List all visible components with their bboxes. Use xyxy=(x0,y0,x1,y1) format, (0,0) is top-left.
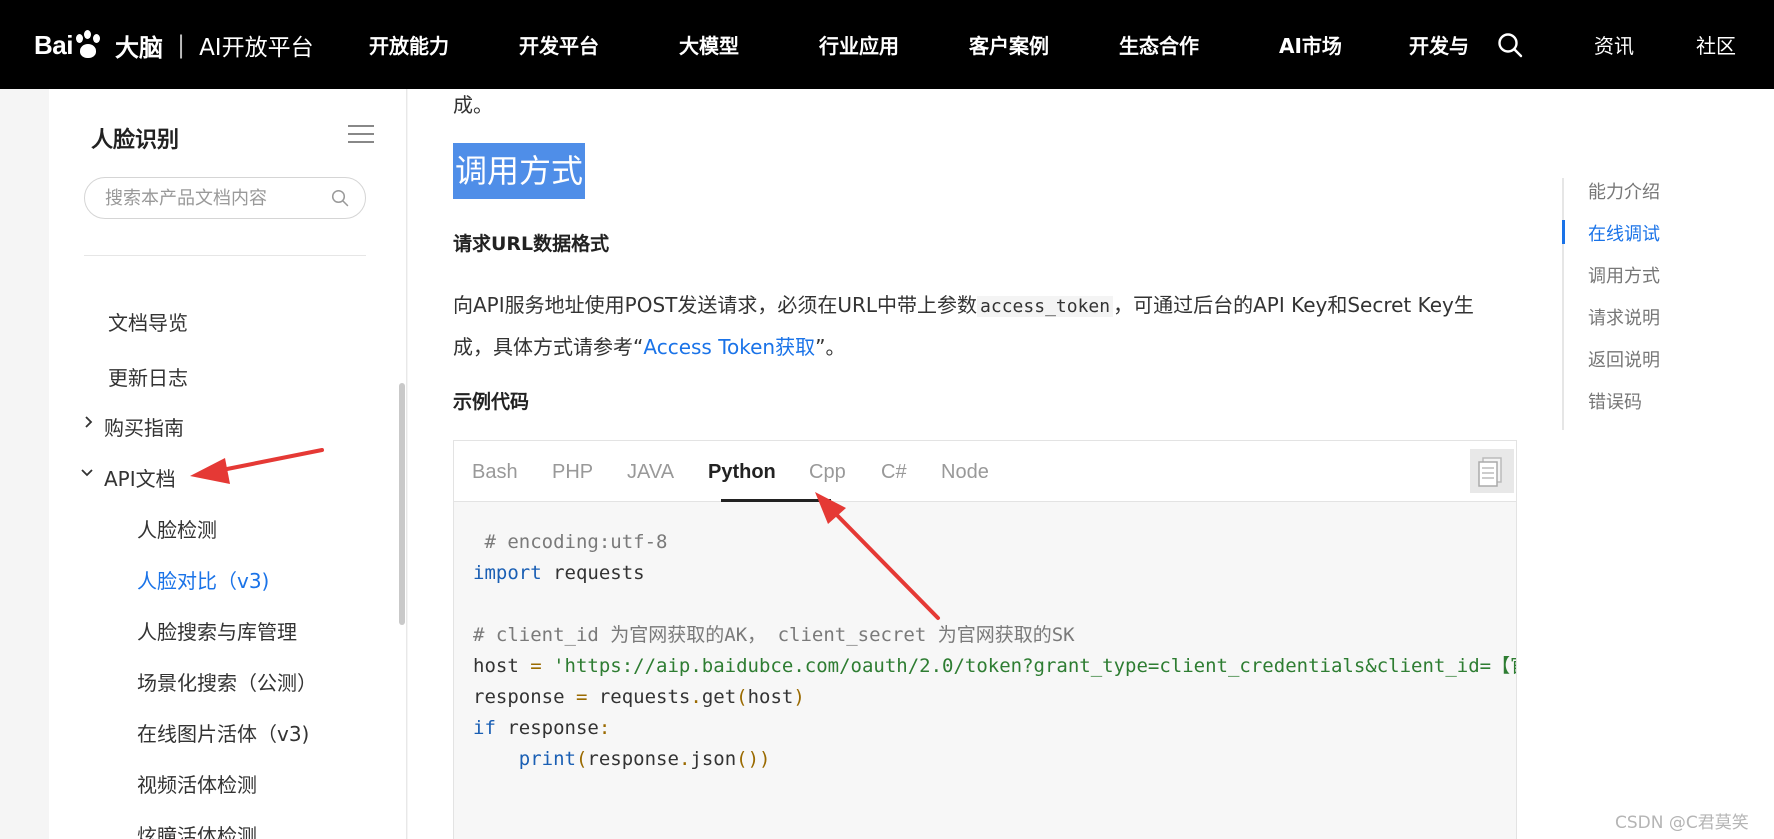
tab-php[interactable]: PHP xyxy=(552,461,593,484)
sample-code-title: 示例代码 xyxy=(453,391,530,413)
code-operator: ()) xyxy=(736,748,771,770)
code-operator: . xyxy=(690,686,702,708)
code-operator: . xyxy=(678,748,691,770)
sidebar-item-changelog[interactable]: 更新日志 xyxy=(108,362,188,391)
doc-search-input[interactable] xyxy=(84,177,366,219)
code-text: response xyxy=(495,717,599,739)
request-description: 向API服务地址使用POST发送请求，必须在URL中带上参数 access_tok… xyxy=(453,285,1513,367)
sidebar-subitem-face-search[interactable]: 人脸搜索与库管理 xyxy=(137,616,297,645)
para-text: 向API服务地址使用POST发送请求，必须在URL中带上参数 xyxy=(453,293,978,317)
code-operator: : xyxy=(598,717,611,739)
code-sample-box: Bash PHP JAVA Python Cpp C# Node # encod… xyxy=(453,440,1517,839)
python-code: # encoding:utf-8 import requests # clien… xyxy=(473,527,1516,775)
toc-item-intro[interactable]: 能力介绍 xyxy=(1588,178,1660,204)
code-keyword: print xyxy=(518,748,576,770)
sidebar-item-purchase-guide[interactable]: 购买指南 xyxy=(104,412,184,441)
nav-dev-platform[interactable]: 开发平台 xyxy=(519,30,599,59)
sidebar-subitem-face-detect[interactable]: 人脸检测 xyxy=(137,514,217,543)
code-text: json xyxy=(690,748,737,770)
code-language-tabs: Bash PHP JAVA Python Cpp C# Node xyxy=(454,441,1516,502)
code-operator: = xyxy=(575,686,588,708)
tab-java[interactable]: JAVA xyxy=(627,461,674,484)
section-heading: 调用方式 xyxy=(453,143,586,199)
nav-customer-cases[interactable]: 客户案例 xyxy=(969,30,1049,59)
copy-code-button[interactable] xyxy=(1470,449,1514,493)
code-text: requests xyxy=(541,562,645,584)
sidebar-item-api-docs[interactable]: API文档 xyxy=(104,463,176,492)
toc-track xyxy=(1562,178,1564,430)
url-format-title: 请求URL数据格式 xyxy=(453,233,610,255)
code-operator: = xyxy=(530,655,542,677)
sidebar-subitem-face-compare[interactable]: 人脸对比（v3) xyxy=(137,565,269,594)
top-nav-bar: Bai 大脑 | AI开放平台 开放能力 开发平台 大模型 行业应用 客户案例 … xyxy=(0,0,1774,89)
doc-content: 成。 调用方式 请求URL数据格式 向API服务地址使用POST发送请求，必须在… xyxy=(408,89,1774,839)
tab-node[interactable]: Node xyxy=(941,461,989,484)
toc-active-indicator xyxy=(1562,220,1565,244)
copy-icon xyxy=(1478,457,1502,487)
code-operator: ( xyxy=(736,686,748,708)
code-keyword: if xyxy=(473,717,496,739)
toc-item-error-codes[interactable]: 错误码 xyxy=(1588,388,1642,414)
text-fragment: 成。 xyxy=(453,93,493,117)
nav-open-capability[interactable]: 开放能力 xyxy=(369,30,449,59)
nav-news[interactable]: 资讯 xyxy=(1594,30,1634,59)
menu-icon[interactable] xyxy=(348,124,374,144)
nav-developer[interactable]: 开发与 xyxy=(1409,30,1469,59)
sidebar-title: 人脸识别 xyxy=(91,128,180,153)
code-text: requests xyxy=(587,686,691,708)
sidebar-divider xyxy=(84,255,366,256)
sidebar-subitem-glare-liveness[interactable]: 炫瞳活体检测 xyxy=(137,820,257,839)
code-text: get xyxy=(701,686,737,708)
inline-code-access-token: access_token xyxy=(977,296,1114,317)
csdn-watermark: CSDN @C君莫笑 xyxy=(1615,813,1749,833)
code-comment: # client_id 为官网获取的AK， client_secret 为官网获… xyxy=(473,624,1075,646)
sidebar-item-doc-overview[interactable]: 文档导览 xyxy=(108,307,188,336)
tab-python[interactable]: Python xyxy=(708,461,776,484)
search-icon[interactable] xyxy=(331,189,349,207)
sidebar-subitem-image-liveness[interactable]: 在线图片活体（v3) xyxy=(137,718,309,747)
nav-ecosystem[interactable]: 生态合作 xyxy=(1119,30,1199,59)
sidebar-subitem-video-liveness[interactable]: 视频活体检测 xyxy=(137,769,257,798)
code-text: response xyxy=(473,686,576,708)
code-operator: ) xyxy=(793,686,805,708)
sidebar-scrollbar[interactable] xyxy=(399,383,405,625)
toc-item-online-debug[interactable]: 在线调试 xyxy=(1588,220,1660,246)
code-keyword: import xyxy=(473,562,542,584)
code-text: host xyxy=(747,686,794,708)
left-gutter xyxy=(0,89,49,839)
tab-cpp[interactable]: Cpp xyxy=(809,461,846,484)
nav-large-model[interactable]: 大模型 xyxy=(679,30,739,59)
code-text: response xyxy=(587,748,679,770)
doc-sidebar: 人脸识别 文档导览 更新日志 购买指南 API文档 人脸检测 人脸对比（v3) … xyxy=(49,89,407,839)
active-tab-indicator xyxy=(721,499,831,502)
toc-item-response[interactable]: 返回说明 xyxy=(1588,346,1660,372)
toc-item-invoke[interactable]: 调用方式 xyxy=(1588,262,1660,288)
search-icon[interactable] xyxy=(1497,32,1523,58)
code-operator: ( xyxy=(575,748,588,770)
chevron-down-icon[interactable] xyxy=(80,466,94,480)
chevron-right-icon[interactable] xyxy=(82,415,96,429)
toc-item-request[interactable]: 请求说明 xyxy=(1588,304,1660,330)
para-text: ”。 xyxy=(815,335,846,359)
code-line: # encoding:utf-8 xyxy=(473,531,668,553)
sidebar-subitem-scene-search[interactable]: 场景化搜索（公测） xyxy=(137,667,317,696)
nav-industry[interactable]: 行业应用 xyxy=(819,30,899,59)
tab-csharp[interactable]: C# xyxy=(881,461,907,484)
code-text: host xyxy=(473,655,531,677)
tab-bash[interactable]: Bash xyxy=(472,461,518,484)
code-string: 'https://aip.baidubce.com/oauth/2.0/toke… xyxy=(553,655,1516,677)
access-token-link[interactable]: Access Token获取 xyxy=(643,335,815,359)
nav-ai-market[interactable]: AI市场 xyxy=(1279,30,1342,59)
main-nav: 开放能力 开发平台 大模型 行业应用 客户案例 生态合作 AI市场 开发与 资讯… xyxy=(0,0,1774,89)
nav-community[interactable]: 社区 xyxy=(1696,30,1736,59)
